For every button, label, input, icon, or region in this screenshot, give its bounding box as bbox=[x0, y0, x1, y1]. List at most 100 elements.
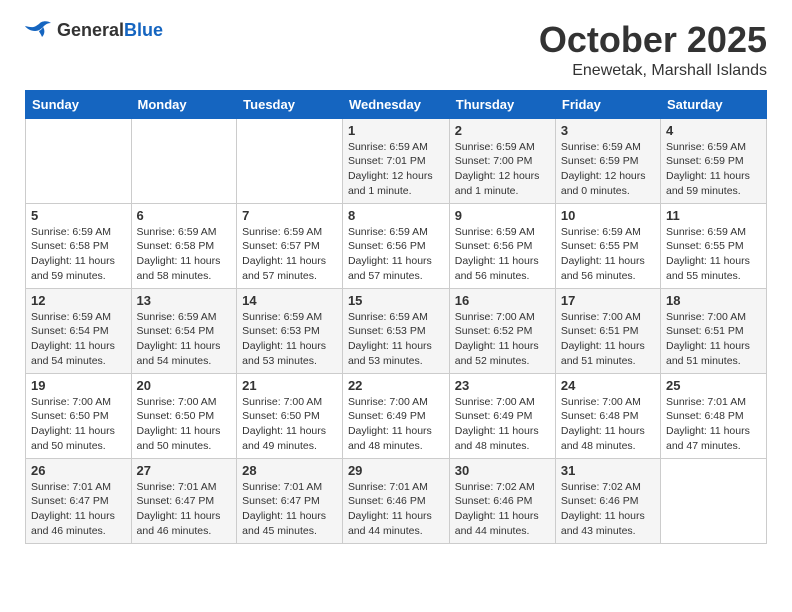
calendar-week-2: 5 Sunrise: 6:59 AM Sunset: 6:58 PM Daylig… bbox=[26, 203, 767, 288]
day-info: Sunrise: 6:59 AM Sunset: 6:56 PM Dayligh… bbox=[455, 225, 550, 284]
day-number: 11 bbox=[666, 208, 761, 223]
day-info: Sunrise: 7:02 AM Sunset: 6:46 PM Dayligh… bbox=[561, 480, 655, 539]
calendar-cell: 3Sunrise: 6:59 AM Sunset: 6:59 PM Daylig… bbox=[555, 118, 660, 203]
calendar-cell: 20 Sunrise: 7:00 AM Sunset: 6:50 PM Dayli… bbox=[131, 373, 237, 458]
calendar-cell: 26Sunrise: 7:01 AM Sunset: 6:47 PM Dayli… bbox=[26, 458, 132, 543]
calendar-cell: 6 Sunrise: 6:59 AM Sunset: 6:58 PM Daylig… bbox=[131, 203, 237, 288]
calendar-cell: 12 Sunrise: 6:59 AM Sunset: 6:54 PM Dayli… bbox=[26, 288, 132, 373]
day-number: 13 bbox=[137, 293, 232, 308]
calendar-table: SundayMondayTuesdayWednesdayThursdayFrid… bbox=[25, 90, 767, 544]
day-info: Sunrise: 7:00 AM Sunset: 6:50 PM Dayligh… bbox=[137, 395, 232, 454]
weekday-header-wednesday: Wednesday bbox=[342, 90, 449, 118]
day-info: Sunrise: 6:59 AM Sunset: 6:53 PM Dayligh… bbox=[348, 310, 444, 369]
day-info: Sunrise: 7:01 AM Sunset: 6:47 PM Dayligh… bbox=[31, 480, 126, 539]
calendar-cell bbox=[26, 118, 132, 203]
calendar-cell: 24 Sunrise: 7:00 AM Sunset: 6:48 PM Dayli… bbox=[555, 373, 660, 458]
calendar-header: SundayMondayTuesdayWednesdayThursdayFrid… bbox=[26, 90, 767, 118]
title-area: October 2025 Enewetak, Marshall Islands bbox=[539, 20, 767, 80]
calendar-cell: 15Sunrise: 6:59 AM Sunset: 6:53 PM Dayli… bbox=[342, 288, 449, 373]
weekday-header-saturday: Saturday bbox=[660, 90, 766, 118]
day-number: 10 bbox=[561, 208, 655, 223]
day-info: Sunrise: 6:59 AM Sunset: 6:58 PM Dayligh… bbox=[137, 225, 232, 284]
day-number: 5 bbox=[31, 208, 126, 223]
calendar-cell bbox=[660, 458, 766, 543]
calendar-cell: 17Sunrise: 7:00 AM Sunset: 6:51 PM Dayli… bbox=[555, 288, 660, 373]
calendar-cell: 23Sunrise: 7:00 AM Sunset: 6:49 PM Dayli… bbox=[449, 373, 555, 458]
day-info: Sunrise: 6:59 AM Sunset: 6:56 PM Dayligh… bbox=[348, 225, 444, 284]
day-number: 25 bbox=[666, 378, 761, 393]
day-number: 20 bbox=[137, 378, 232, 393]
day-info: Sunrise: 7:00 AM Sunset: 6:51 PM Dayligh… bbox=[666, 310, 761, 369]
day-info: Sunrise: 7:00 AM Sunset: 6:48 PM Dayligh… bbox=[561, 395, 655, 454]
calendar-cell: 30 Sunrise: 7:02 AM Sunset: 6:46 PM Dayli… bbox=[449, 458, 555, 543]
calendar-cell: 19Sunrise: 7:00 AM Sunset: 6:50 PM Dayli… bbox=[26, 373, 132, 458]
day-number: 12 bbox=[31, 293, 126, 308]
calendar-cell: 14Sunrise: 6:59 AM Sunset: 6:53 PM Dayli… bbox=[237, 288, 343, 373]
calendar-cell: 21 Sunrise: 7:00 AM Sunset: 6:50 PM Dayli… bbox=[237, 373, 343, 458]
weekday-row: SundayMondayTuesdayWednesdayThursdayFrid… bbox=[26, 90, 767, 118]
day-info: Sunrise: 7:01 AM Sunset: 6:48 PM Dayligh… bbox=[666, 395, 761, 454]
month-title: October 2025 bbox=[539, 20, 767, 60]
day-info: Sunrise: 7:02 AM Sunset: 6:46 PM Dayligh… bbox=[455, 480, 550, 539]
day-info: Sunrise: 7:01 AM Sunset: 6:46 PM Dayligh… bbox=[348, 480, 444, 539]
calendar-cell: 27Sunrise: 7:01 AM Sunset: 6:47 PM Dayli… bbox=[131, 458, 237, 543]
page-header: General Blue October 2025 Enewetak, Mars… bbox=[25, 20, 767, 80]
calendar-cell: 22Sunrise: 7:00 AM Sunset: 6:49 PM Dayli… bbox=[342, 373, 449, 458]
calendar-cell: 9 Sunrise: 6:59 AM Sunset: 6:56 PM Daylig… bbox=[449, 203, 555, 288]
calendar-cell: 25 Sunrise: 7:01 AM Sunset: 6:48 PM Dayli… bbox=[660, 373, 766, 458]
calendar-cell: 28Sunrise: 7:01 AM Sunset: 6:47 PM Dayli… bbox=[237, 458, 343, 543]
logo-general: General bbox=[57, 21, 124, 41]
calendar-cell: 2 Sunrise: 6:59 AM Sunset: 7:00 PM Daylig… bbox=[449, 118, 555, 203]
calendar-week-3: 12 Sunrise: 6:59 AM Sunset: 6:54 PM Dayli… bbox=[26, 288, 767, 373]
day-number: 21 bbox=[242, 378, 337, 393]
day-number: 4 bbox=[666, 123, 761, 138]
calendar-cell bbox=[131, 118, 237, 203]
calendar-cell: 10Sunrise: 6:59 AM Sunset: 6:55 PM Dayli… bbox=[555, 203, 660, 288]
calendar-cell: 4Sunrise: 6:59 AM Sunset: 6:59 PM Daylig… bbox=[660, 118, 766, 203]
weekday-header-sunday: Sunday bbox=[26, 90, 132, 118]
logo-text: General Blue bbox=[57, 21, 163, 41]
day-number: 14 bbox=[242, 293, 337, 308]
day-number: 19 bbox=[31, 378, 126, 393]
calendar-week-1: 1Sunrise: 6:59 AM Sunset: 7:01 PM Daylig… bbox=[26, 118, 767, 203]
day-number: 18 bbox=[666, 293, 761, 308]
calendar-week-5: 26Sunrise: 7:01 AM Sunset: 6:47 PM Dayli… bbox=[26, 458, 767, 543]
calendar-week-4: 19 Sunrise: 7:00 AM Sunset: 6:50 PM Dayli… bbox=[26, 373, 767, 458]
day-info: Sunrise: 6:59 AM Sunset: 7:00 PM Dayligh… bbox=[455, 140, 550, 199]
calendar-cell: 5 Sunrise: 6:59 AM Sunset: 6:58 PM Daylig… bbox=[26, 203, 132, 288]
day-info: Sunrise: 6:59 AM Sunset: 6:55 PM Dayligh… bbox=[666, 225, 761, 284]
day-info: Sunrise: 6:59 AM Sunset: 6:58 PM Dayligh… bbox=[31, 225, 126, 284]
day-number: 24 bbox=[561, 378, 655, 393]
calendar-cell: 13 Sunrise: 6:59 AM Sunset: 6:54 PM Dayli… bbox=[131, 288, 237, 373]
day-number: 1 bbox=[348, 123, 444, 138]
day-info: Sunrise: 7:00 AM Sunset: 6:52 PM Dayligh… bbox=[455, 310, 550, 369]
day-number: 7 bbox=[242, 208, 337, 223]
day-number: 29 bbox=[348, 463, 444, 478]
day-number: 23 bbox=[455, 378, 550, 393]
day-number: 22 bbox=[348, 378, 444, 393]
weekday-header-tuesday: Tuesday bbox=[237, 90, 343, 118]
day-info: Sunrise: 6:59 AM Sunset: 6:57 PM Dayligh… bbox=[242, 225, 337, 284]
day-info: Sunrise: 7:00 AM Sunset: 6:51 PM Dayligh… bbox=[561, 310, 655, 369]
weekday-header-thursday: Thursday bbox=[449, 90, 555, 118]
calendar-cell: 16 Sunrise: 7:00 AM Sunset: 6:52 PM Dayli… bbox=[449, 288, 555, 373]
weekday-header-friday: Friday bbox=[555, 90, 660, 118]
logo-blue: Blue bbox=[124, 21, 163, 41]
logo: General Blue bbox=[25, 20, 163, 42]
day-info: Sunrise: 7:01 AM Sunset: 6:47 PM Dayligh… bbox=[137, 480, 232, 539]
day-number: 16 bbox=[455, 293, 550, 308]
day-number: 30 bbox=[455, 463, 550, 478]
weekday-header-monday: Monday bbox=[131, 90, 237, 118]
day-number: 6 bbox=[137, 208, 232, 223]
calendar-cell: 7 Sunrise: 6:59 AM Sunset: 6:57 PM Daylig… bbox=[237, 203, 343, 288]
logo-bird-icon bbox=[25, 20, 53, 42]
day-number: 2 bbox=[455, 123, 550, 138]
day-number: 9 bbox=[455, 208, 550, 223]
calendar-cell: 1Sunrise: 6:59 AM Sunset: 7:01 PM Daylig… bbox=[342, 118, 449, 203]
calendar-cell: 18 Sunrise: 7:00 AM Sunset: 6:51 PM Dayli… bbox=[660, 288, 766, 373]
calendar-cell: 8Sunrise: 6:59 AM Sunset: 6:56 PM Daylig… bbox=[342, 203, 449, 288]
day-info: Sunrise: 6:59 AM Sunset: 6:54 PM Dayligh… bbox=[31, 310, 126, 369]
calendar-body: 1Sunrise: 6:59 AM Sunset: 7:01 PM Daylig… bbox=[26, 118, 767, 543]
day-info: Sunrise: 7:00 AM Sunset: 6:50 PM Dayligh… bbox=[242, 395, 337, 454]
day-info: Sunrise: 6:59 AM Sunset: 6:54 PM Dayligh… bbox=[137, 310, 232, 369]
